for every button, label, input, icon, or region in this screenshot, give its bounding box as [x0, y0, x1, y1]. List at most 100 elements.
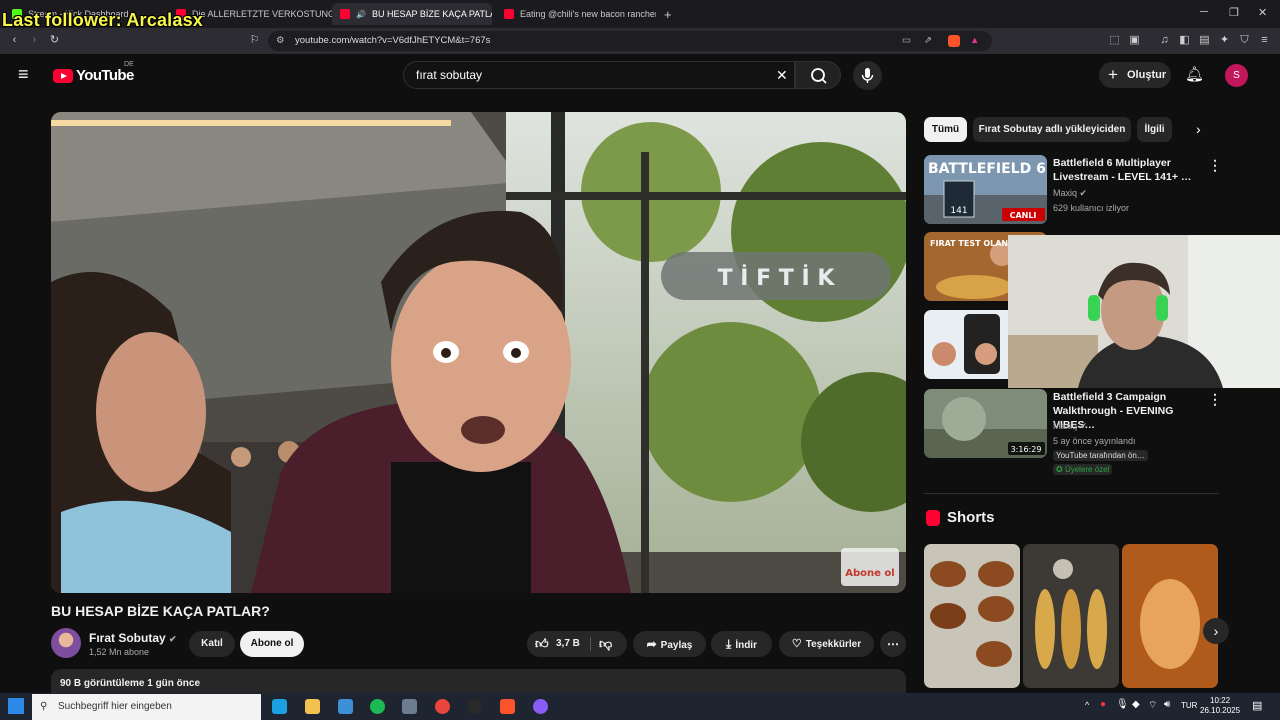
brave-rewards-icon[interactable]: ▲	[970, 31, 979, 51]
download-button[interactable]: ⤓ İndir	[711, 631, 772, 657]
notification-center-icon[interactable]: ▤	[1252, 699, 1262, 712]
shorts-next-button[interactable]: ›	[1203, 618, 1229, 644]
item-menu-icon[interactable]: ⋮	[1208, 157, 1222, 174]
tab-chilis[interactable]: Eating @chili's new bacon rancher bu…	[496, 3, 656, 25]
new-tab-button[interactable]: +	[660, 3, 680, 25]
tray-chevron-icon[interactable]: ^	[1085, 700, 1089, 710]
plus-icon: +	[1108, 65, 1118, 84]
taskbar-search-input[interactable]: ⚲ Suchbegriff hier eingeben	[32, 694, 261, 720]
discord-icon[interactable]	[533, 699, 548, 714]
recommended-thumbnail[interactable]: BATTLEFIELD 6 141 CANLI	[924, 155, 1047, 224]
tab-bu-hesap[interactable]: 🔊 BU HESAP BİZE KAÇA PATLAR ✕	[332, 3, 492, 25]
views-and-date: 90 B görüntüleme 1 gün önce	[60, 678, 201, 689]
bookmark-icon[interactable]: ⚐	[248, 34, 261, 47]
wallet-icon[interactable]: ▤	[1198, 34, 1211, 47]
tab-search-icon[interactable]: ▣	[1128, 34, 1141, 47]
search-button[interactable]	[795, 61, 841, 89]
chips-next-icon[interactable]: ›	[1196, 121, 1201, 137]
chip-related[interactable]: İlgili	[1137, 117, 1172, 142]
url-field[interactable]: ⚙ youtube.com/watch?v=V6dfJhETYCM&t=767s…	[268, 31, 992, 51]
spotify-icon[interactable]	[370, 699, 385, 714]
search-input[interactable]: fırat sobutay ✕	[403, 61, 795, 89]
search-value: fırat sobutay	[416, 68, 483, 82]
extensions-icon[interactable]: ⬚	[1108, 34, 1121, 47]
vpn-icon[interactable]: ⛉	[1238, 34, 1251, 47]
share-button[interactable]: ➦ Paylaş	[633, 631, 706, 657]
network-icon[interactable]: ⌔	[1148, 699, 1157, 712]
recommended-thumbnail[interactable]: 3:16:29	[924, 389, 1047, 458]
video-player[interactable]: T İ F T İ K Abone ol	[51, 112, 906, 593]
brave-shield-icon[interactable]	[948, 35, 960, 47]
channel-name[interactable]: Fırat Sobutay ✔	[89, 631, 177, 645]
like-count[interactable]: 3,7 B	[556, 631, 580, 657]
thumb-level: 141	[950, 206, 967, 216]
channel-text: Maxiq	[1053, 421, 1078, 431]
more-actions-button[interactable]: ⋯	[880, 631, 906, 657]
country-code: DE	[124, 61, 134, 68]
taskbar-clock[interactable]: 10:22 26.10.2025	[1200, 696, 1240, 716]
voice-search-button[interactable]	[853, 61, 882, 90]
calculator-icon[interactable]	[402, 699, 417, 714]
members-only-badge: ✪ Üyelere özel	[1053, 464, 1113, 475]
account-avatar[interactable]: S	[1225, 64, 1248, 87]
verified-icon: ✔	[1079, 421, 1088, 431]
leo-ai-icon[interactable]: ✦	[1218, 34, 1231, 47]
windows-taskbar: ⚲ Suchbegriff hier eingeben ^ ● 🎙︎ ◆ ⌔ 🔊…	[0, 693, 1280, 720]
restore-icon[interactable]: ❐	[1229, 6, 1239, 19]
reload-icon[interactable]: ↻	[48, 34, 61, 47]
brave-icon[interactable]	[500, 699, 515, 714]
more-icon: ⋯	[887, 637, 899, 651]
minimize-icon[interactable]: ─	[1200, 6, 1208, 18]
media-icon[interactable]: ♫	[1158, 34, 1171, 47]
tray-app2-icon[interactable]: ◆	[1132, 699, 1140, 710]
channel-avatar[interactable]	[51, 628, 81, 658]
shorts-icon	[926, 510, 940, 526]
site-info-icon[interactable]: ⚙	[276, 31, 285, 51]
menu-icon[interactable]: ≡	[1258, 34, 1271, 47]
forward-icon[interactable]: ›	[28, 34, 41, 47]
microphone-tray-icon[interactable]: 🎙︎	[1116, 699, 1129, 710]
share-label: Paylaş	[660, 640, 693, 651]
item-menu-icon[interactable]: ⋮	[1208, 391, 1222, 408]
webcam-feed	[1008, 235, 1280, 388]
recommended-channel[interactable]: Maxiq ✔	[1053, 421, 1087, 432]
short-thumbnail[interactable]	[924, 544, 1020, 688]
thanks-button[interactable]: ♡ Teşekkürler	[779, 631, 874, 657]
join-button[interactable]: Katıl	[189, 631, 235, 657]
short-thumbnail[interactable]	[1122, 544, 1218, 688]
cast-icon[interactable]: ▭	[902, 31, 911, 51]
obs-icon[interactable]	[467, 699, 482, 714]
tab-label: Eating @chili's new bacon rancher bu…	[520, 9, 656, 19]
notifications-bell-icon[interactable]: 🔔︎	[1185, 65, 1204, 83]
sidebar-icon[interactable]: ◧	[1178, 34, 1191, 47]
webcam-overlay	[1008, 235, 1280, 388]
like-dislike-group: 👍︎ 3,7 B 👎︎	[527, 631, 627, 657]
recommended-title[interactable]: Battlefield 6 Multiplayer Livestream - L…	[1053, 156, 1193, 184]
search-icon	[811, 68, 827, 84]
language-indicator[interactable]: TUR	[1181, 701, 1197, 710]
youtube-logo[interactable]: YouTube DE	[53, 61, 134, 84]
chrome-icon[interactable]	[435, 699, 450, 714]
tray-app-icon[interactable]: ●	[1100, 699, 1106, 710]
last-follower-overlay: Last follower: Arcalasx	[2, 10, 204, 30]
like-icon[interactable]: 👍︎	[535, 631, 549, 657]
short-thumbnail[interactable]	[1023, 544, 1119, 688]
share-icon[interactable]: ⇗	[924, 31, 932, 51]
start-icon[interactable]	[8, 698, 24, 714]
close-window-icon[interactable]: ✕	[1258, 6, 1267, 19]
subscriber-count: 1,52 Mn abone	[89, 647, 150, 657]
subscribe-button[interactable]: Abone ol	[240, 631, 304, 657]
back-icon[interactable]: ‹	[8, 34, 21, 47]
file-explorer-icon[interactable]	[305, 699, 320, 714]
hamburger-menu-icon[interactable]: ≡	[18, 64, 29, 85]
recommended-channel[interactable]: Maxiq ✔	[1053, 188, 1087, 199]
chip-all[interactable]: Tümü	[924, 117, 967, 142]
clear-search-icon[interactable]: ✕	[776, 62, 788, 88]
chip-from-uploader[interactable]: Fırat Sobutay adlı yükleyiciden	[973, 117, 1131, 142]
volume-icon[interactable]: 🔊︎	[1164, 699, 1170, 710]
edge-icon[interactable]	[272, 699, 287, 714]
dislike-icon[interactable]: 👎︎	[599, 631, 612, 657]
create-button[interactable]: + Oluştur	[1099, 62, 1171, 88]
duration-badge: 3:16:29	[1011, 445, 1042, 454]
store-icon[interactable]	[338, 699, 353, 714]
